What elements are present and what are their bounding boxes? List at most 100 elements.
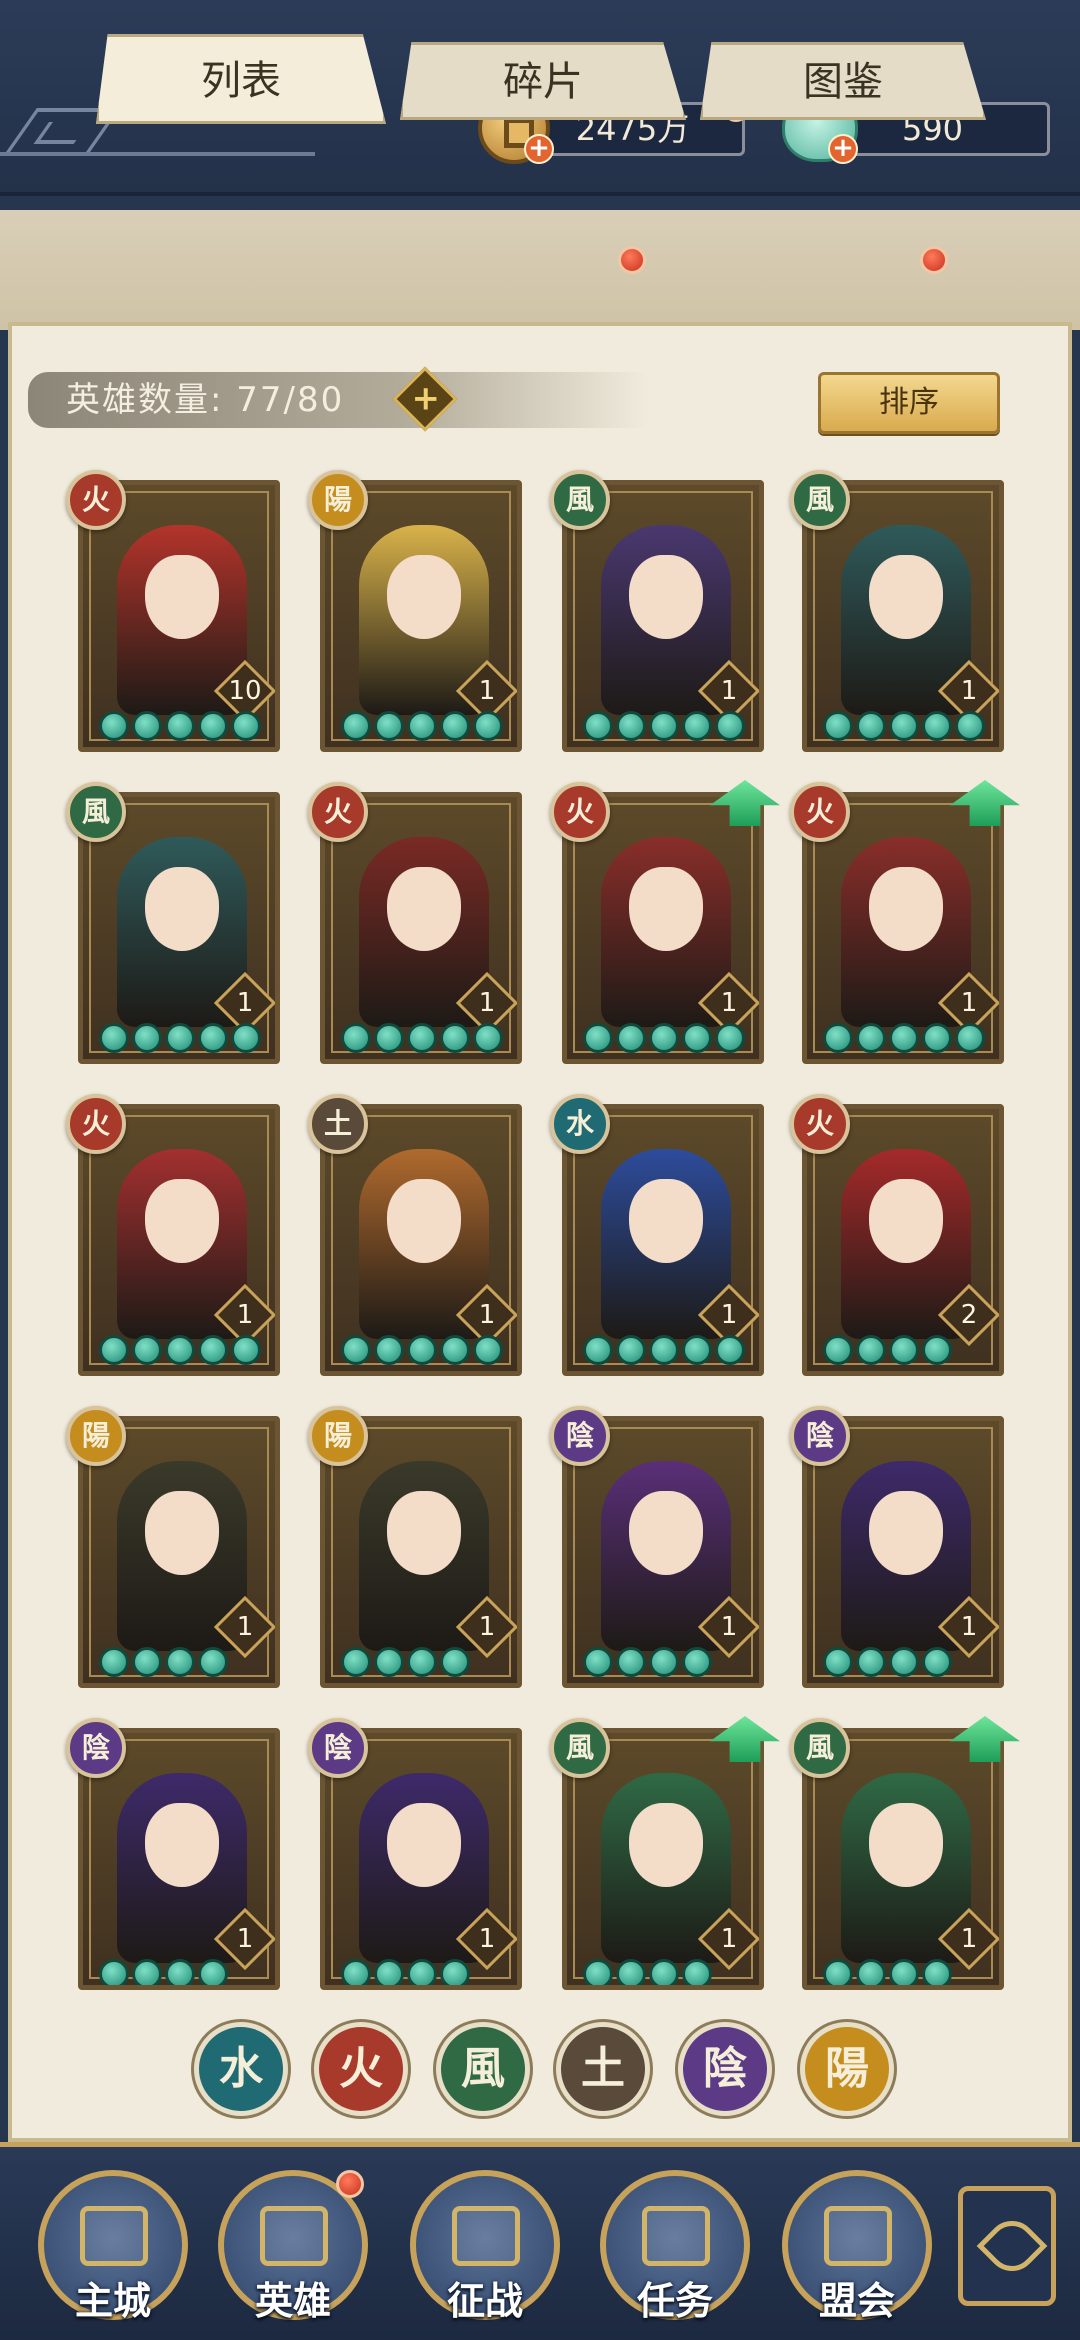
nav-label: 任务 [636,2279,713,2323]
jade-star-icon [341,1335,371,1365]
jade-star-icon [374,1959,404,1985]
plus-icon: + [411,378,440,419]
jade-star-icon [715,711,745,741]
element-wind-icon: 風 [790,1718,850,1778]
hero-star-rating [341,1335,503,1369]
tab-label: 碎片 [503,59,583,105]
jade-star-icon [99,1023,129,1053]
hero-level: 1 [960,676,978,706]
hero-star-rating [583,1335,745,1369]
element-yin-icon: 陰 [66,1718,126,1778]
hero-star-rating [583,1959,712,1985]
element-wind-icon: 風 [66,782,126,842]
hero-star-rating [583,711,745,745]
jade-star-icon [341,1647,371,1677]
sort-button[interactable]: 排序 [818,372,1000,434]
jade-star-icon [473,1023,503,1053]
jade-star-icon [341,1023,371,1053]
tab-fragments[interactable]: 碎片 [400,42,686,120]
hero-level: 1 [478,676,496,706]
notification-dot [336,2170,364,2198]
hero-count: 英雄数量: 77/80 [66,380,345,420]
filter-wind-button[interactable]: 風 [436,2022,530,2116]
jade-star-icon [922,1647,952,1677]
jade-star-icon [374,1023,404,1053]
jade-star-icon [198,1647,228,1677]
nav-label: 征战 [446,2279,523,2323]
tab-list[interactable]: 列表 [96,34,386,124]
jade-star-icon [99,1959,129,1985]
jade-star-icon [823,1023,853,1053]
flower-menu-icon [976,2210,1048,2282]
jade-star-icon [440,1023,470,1053]
element-water-icon: 水 [550,1094,610,1154]
hero-level: 1 [478,1612,496,1642]
filter-yang-button[interactable]: 陽 [800,2022,894,2116]
hero-level: 1 [720,1300,738,1330]
pavilion-icon [824,2206,892,2266]
jade-star-icon [407,1023,437,1053]
hero-level: 10 [228,676,262,706]
filter-yin-button[interactable]: 陰 [678,2022,772,2116]
element-wind-icon: 風 [790,470,850,530]
hero-star-rating [341,1647,470,1681]
jade-star-icon [616,1959,646,1985]
jade-star-icon [440,1647,470,1677]
add-jade-icon[interactable]: + [828,134,858,164]
jade-star-icon [132,1647,162,1677]
element-fire-icon: 火 [790,1094,850,1154]
element-yang-icon: 陽 [308,470,368,530]
jade-star-icon [99,1647,129,1677]
element-fire-icon: 火 [790,782,850,842]
jade-star-icon [165,1647,195,1677]
jade-star-icon [715,1335,745,1365]
jade-star-icon [823,1647,853,1677]
jade-star-icon [649,711,679,741]
jade-star-icon [165,1335,195,1365]
jade-star-icon [341,711,371,741]
add-coins-icon[interactable]: + [524,134,554,164]
jade-star-icon [440,1335,470,1365]
hero-star-rating [341,711,503,745]
jade-star-icon [198,1959,228,1985]
element-fire-icon: 火 [66,1094,126,1154]
hero-level: 1 [960,1924,978,1954]
hero-level: 1 [236,988,254,1018]
hero-star-rating [99,1959,228,1985]
jade-star-icon [583,1647,613,1677]
jade-star-icon [715,1023,745,1053]
jade-star-icon [165,1023,195,1053]
filter-fire-button[interactable]: 火 [314,2022,408,2116]
hero-star-rating [823,1959,952,1985]
element-wind-icon: 風 [550,1718,610,1778]
jade-star-icon [889,1647,919,1677]
city-gate-icon [80,2206,148,2266]
menu-button[interactable] [958,2186,1056,2306]
hero-level: 2 [960,1300,978,1330]
filter-earth-button[interactable]: 土 [556,2022,650,2116]
hero-level: 1 [720,1924,738,1954]
jade-star-icon [407,1959,437,1985]
jade-star-icon [132,1959,162,1985]
jade-star-icon [922,1023,952,1053]
nav-label: 主城 [74,2279,151,2323]
tab-label: 列表 [201,58,281,104]
hero-level: 1 [236,1612,254,1642]
jade-star-icon [374,711,404,741]
jade-star-icon [649,1023,679,1053]
hero-level: 1 [236,1300,254,1330]
tab-codex[interactable]: 图鉴 [700,42,986,120]
tab-bar [0,210,1080,330]
jade-star-icon [231,1335,261,1365]
jade-star-icon [132,1023,162,1053]
filter-water-button[interactable]: 水 [194,2022,288,2116]
jade-star-icon [682,1335,712,1365]
jade-star-icon [374,1335,404,1365]
hero-star-rating [99,711,261,745]
jade-star-icon [682,1647,712,1677]
jade-star-icon [922,1335,952,1365]
element-yin-icon: 陰 [790,1406,850,1466]
jade-star-icon [682,711,712,741]
jade-star-icon [856,1647,886,1677]
element-fire-icon: 火 [66,470,126,530]
